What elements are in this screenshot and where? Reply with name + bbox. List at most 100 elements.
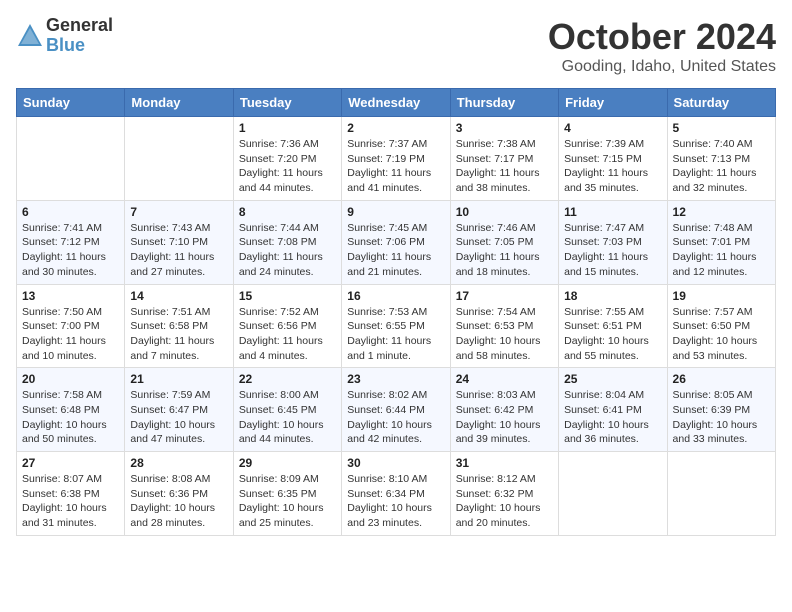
day-number: 9 [347,205,444,219]
table-row: 15 Sunrise: 7:52 AM Sunset: 6:56 PM Dayli… [233,284,341,368]
day-info: Sunrise: 7:38 AM Sunset: 7:17 PM Dayligh… [456,137,553,196]
calendar-week-row: 27 Sunrise: 8:07 AM Sunset: 6:38 PM Dayli… [17,452,776,536]
day-info: Sunrise: 8:02 AM Sunset: 6:44 PM Dayligh… [347,388,444,447]
day-number: 10 [456,205,553,219]
day-number: 11 [564,205,661,219]
day-number: 13 [22,289,119,303]
table-row: 24 Sunrise: 8:03 AM Sunset: 6:42 PM Dayli… [450,368,558,452]
table-row: 4 Sunrise: 7:39 AM Sunset: 7:15 PM Daylig… [559,117,667,201]
table-row: 7Sunrise: 7:43 AM Sunset: 7:10 PM Daylig… [125,200,233,284]
table-row: 20 Sunrise: 7:58 AM Sunset: 6:48 PM Dayli… [17,368,125,452]
calendar-week-row: 6Sunrise: 7:41 AM Sunset: 7:12 PM Daylig… [17,200,776,284]
table-row [125,117,233,201]
day-number: 21 [130,372,227,386]
col-friday: Friday [559,89,667,117]
col-tuesday: Tuesday [233,89,341,117]
table-row: 13 Sunrise: 7:50 AM Sunset: 7:00 PM Dayli… [17,284,125,368]
day-info: Sunrise: 7:50 AM Sunset: 7:00 PM Dayligh… [22,305,119,364]
day-info: Sunrise: 7:52 AM Sunset: 6:56 PM Dayligh… [239,305,336,364]
table-row [559,452,667,536]
logo-text: General Blue [46,16,113,56]
table-row: 29Sunrise: 8:09 AM Sunset: 6:35 PM Dayli… [233,452,341,536]
day-info: Sunrise: 7:48 AM Sunset: 7:01 PM Dayligh… [673,221,770,280]
table-row: 16 Sunrise: 7:53 AM Sunset: 6:55 PM Dayli… [342,284,450,368]
calendar-header-row: Sunday Monday Tuesday Wednesday Thursday… [17,89,776,117]
table-row: 21Sunrise: 7:59 AM Sunset: 6:47 PM Dayli… [125,368,233,452]
table-row: 8 Sunrise: 7:44 AM Sunset: 7:08 PM Daylig… [233,200,341,284]
table-row: 22 Sunrise: 8:00 AM Sunset: 6:45 PM Dayli… [233,368,341,452]
day-number: 2 [347,121,444,135]
table-row: 2Sunrise: 7:37 AM Sunset: 7:19 PM Daylig… [342,117,450,201]
day-info: Sunrise: 7:41 AM Sunset: 7:12 PM Dayligh… [22,221,119,280]
day-number: 16 [347,289,444,303]
day-info: Sunrise: 8:07 AM Sunset: 6:38 PM Dayligh… [22,472,119,531]
day-info: Sunrise: 7:36 AM Sunset: 7:20 PM Dayligh… [239,137,336,196]
day-number: 29 [239,456,336,470]
logo-icon [16,22,44,50]
day-number: 19 [673,289,770,303]
day-info: Sunrise: 7:47 AM Sunset: 7:03 PM Dayligh… [564,221,661,280]
col-saturday: Saturday [667,89,775,117]
calendar-week-row: 20 Sunrise: 7:58 AM Sunset: 6:48 PM Dayli… [17,368,776,452]
table-row: 26 Sunrise: 8:05 AM Sunset: 6:39 PM Dayli… [667,368,775,452]
table-row: 18 Sunrise: 7:55 AM Sunset: 6:51 PM Dayli… [559,284,667,368]
col-sunday: Sunday [17,89,125,117]
day-info: Sunrise: 7:51 AM Sunset: 6:58 PM Dayligh… [130,305,227,364]
day-number: 8 [239,205,336,219]
table-row: 25 Sunrise: 8:04 AM Sunset: 6:41 PM Dayli… [559,368,667,452]
day-number: 22 [239,372,336,386]
day-info: Sunrise: 7:58 AM Sunset: 6:48 PM Dayligh… [22,388,119,447]
day-number: 28 [130,456,227,470]
table-row: 14Sunrise: 7:51 AM Sunset: 6:58 PM Dayli… [125,284,233,368]
col-wednesday: Wednesday [342,89,450,117]
location-title: Gooding, Idaho, United States [548,58,776,76]
col-monday: Monday [125,89,233,117]
day-info: Sunrise: 8:12 AM Sunset: 6:32 PM Dayligh… [456,472,553,531]
table-row: 3 Sunrise: 7:38 AM Sunset: 7:17 PM Daylig… [450,117,558,201]
day-info: Sunrise: 7:54 AM Sunset: 6:53 PM Dayligh… [456,305,553,364]
title-area: October 2024 Gooding, Idaho, United Stat… [548,16,776,76]
day-info: Sunrise: 8:03 AM Sunset: 6:42 PM Dayligh… [456,388,553,447]
table-row: 12 Sunrise: 7:48 AM Sunset: 7:01 PM Dayli… [667,200,775,284]
table-row [17,117,125,201]
day-number: 4 [564,121,661,135]
day-number: 26 [673,372,770,386]
day-number: 15 [239,289,336,303]
day-info: Sunrise: 8:04 AM Sunset: 6:41 PM Dayligh… [564,388,661,447]
table-row: 5 Sunrise: 7:40 AM Sunset: 7:13 PM Daylig… [667,117,775,201]
logo-general-text: General [46,16,113,36]
day-number: 5 [673,121,770,135]
day-info: Sunrise: 8:05 AM Sunset: 6:39 PM Dayligh… [673,388,770,447]
page-header: General Blue October 2024 Gooding, Idaho… [16,16,776,76]
day-info: Sunrise: 7:39 AM Sunset: 7:15 PM Dayligh… [564,137,661,196]
day-number: 20 [22,372,119,386]
day-number: 30 [347,456,444,470]
day-info: Sunrise: 7:53 AM Sunset: 6:55 PM Dayligh… [347,305,444,364]
calendar-week-row: 1 Sunrise: 7:36 AM Sunset: 7:20 PM Daylig… [17,117,776,201]
day-number: 25 [564,372,661,386]
month-title: October 2024 [548,16,776,58]
day-info: Sunrise: 8:00 AM Sunset: 6:45 PM Dayligh… [239,388,336,447]
day-number: 27 [22,456,119,470]
table-row: 9 Sunrise: 7:45 AM Sunset: 7:06 PM Daylig… [342,200,450,284]
day-info: Sunrise: 7:40 AM Sunset: 7:13 PM Dayligh… [673,137,770,196]
day-info: Sunrise: 8:10 AM Sunset: 6:34 PM Dayligh… [347,472,444,531]
day-info: Sunrise: 7:45 AM Sunset: 7:06 PM Dayligh… [347,221,444,280]
day-number: 18 [564,289,661,303]
day-number: 12 [673,205,770,219]
day-number: 24 [456,372,553,386]
day-number: 23 [347,372,444,386]
day-info: Sunrise: 7:44 AM Sunset: 7:08 PM Dayligh… [239,221,336,280]
table-row: 1 Sunrise: 7:36 AM Sunset: 7:20 PM Daylig… [233,117,341,201]
day-number: 3 [456,121,553,135]
day-info: Sunrise: 7:55 AM Sunset: 6:51 PM Dayligh… [564,305,661,364]
day-number: 1 [239,121,336,135]
table-row [667,452,775,536]
col-thursday: Thursday [450,89,558,117]
table-row: 30 Sunrise: 8:10 AM Sunset: 6:34 PM Dayli… [342,452,450,536]
table-row: 6Sunrise: 7:41 AM Sunset: 7:12 PM Daylig… [17,200,125,284]
day-number: 17 [456,289,553,303]
table-row: 17 Sunrise: 7:54 AM Sunset: 6:53 PM Dayli… [450,284,558,368]
table-row: 19Sunrise: 7:57 AM Sunset: 6:50 PM Dayli… [667,284,775,368]
day-number: 7 [130,205,227,219]
